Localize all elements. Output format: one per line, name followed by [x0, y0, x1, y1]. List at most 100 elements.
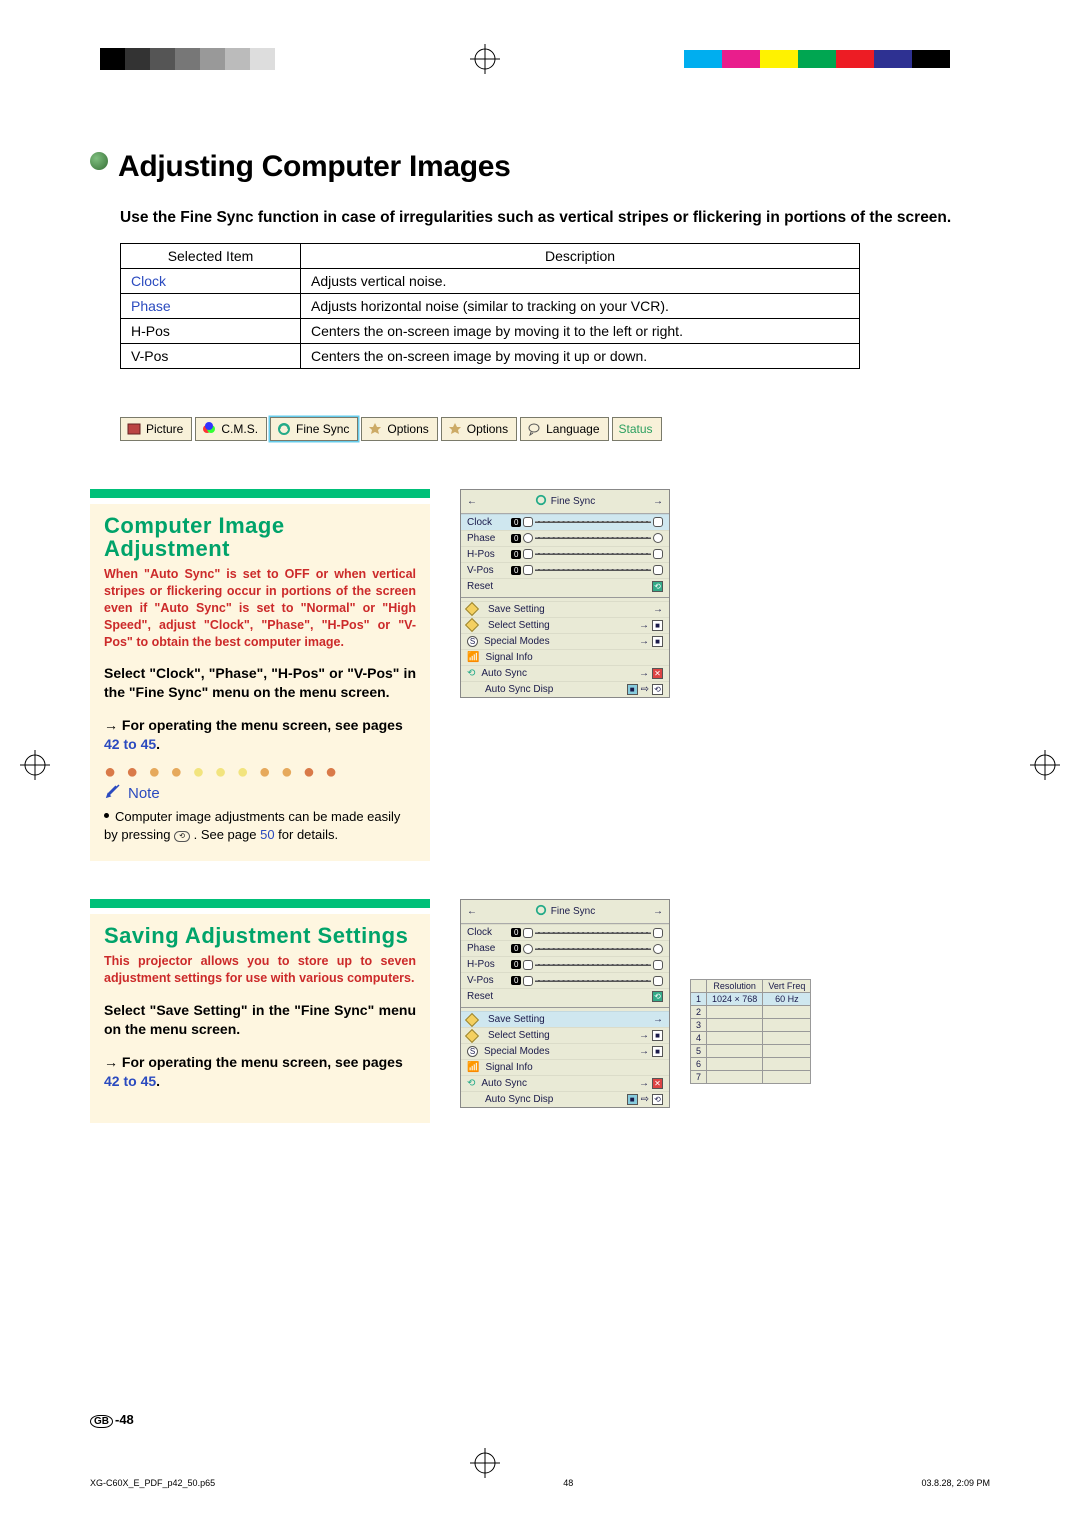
tab-language[interactable]: Language — [520, 417, 608, 441]
page-number: GB-48 — [90, 1412, 134, 1427]
source-filepage: 48 — [563, 1478, 573, 1488]
osd-forward-icon[interactable]: → — [653, 906, 663, 917]
osd-row-vpos[interactable]: V-Pos0 — [461, 562, 669, 578]
page-title: Adjusting Computer Images — [90, 150, 990, 184]
row-clock-desc: Adjusts vertical noise. — [301, 268, 860, 293]
page-link-42-45[interactable]: 42 to 45 — [104, 736, 156, 752]
signal-icon: 📶 — [467, 652, 479, 663]
section2-title: Saving Adjustment Settings — [104, 924, 416, 947]
register-crosshair-top — [470, 44, 500, 74]
osd-row-autosyncdisp[interactable]: Auto Sync Disp■ ⇨⟲ — [461, 1091, 669, 1107]
cms-icon — [202, 422, 216, 436]
osd-row-autosync[interactable]: ⟲Auto Sync→✕ — [461, 665, 669, 681]
th-desc: Description — [301, 243, 860, 268]
osd-title: Fine Sync — [551, 906, 595, 917]
osd-row-autosyncdisp[interactable]: Auto Sync Disp■ ⇨⟲ — [461, 681, 669, 697]
row-phase-item: Phase — [121, 293, 301, 318]
section1-title: Computer Image Adjustment — [104, 514, 416, 560]
bullet-icon — [104, 813, 109, 818]
settings-table: Selected Item Description ClockAdjusts v… — [120, 243, 860, 369]
tab-status[interactable]: Status — [612, 417, 662, 441]
note-icon — [104, 782, 122, 804]
page-link-42-45-b[interactable]: 42 to 45 — [104, 1073, 156, 1089]
tab-options-1[interactable]: Options — [361, 417, 437, 441]
section-saving-adjustment: Saving Adjustment Settings This projecto… — [90, 914, 430, 1122]
picture-icon — [127, 422, 141, 436]
osd-row-reset[interactable]: Reset⟲ — [461, 988, 669, 1004]
dotted-separator: ●●●●●●●●●●● — [104, 768, 416, 776]
row-clock-item: Clock — [121, 268, 301, 293]
osd-row-hpos[interactable]: H-Pos0 — [461, 956, 669, 972]
diamond-icon — [465, 602, 479, 616]
circle-icon: S — [467, 636, 478, 647]
osd-forward-icon[interactable]: → — [653, 496, 663, 507]
row-hpos-desc: Centers the on-screen image by moving it… — [301, 318, 860, 343]
print-metadata: XG-C60X_E_PDF_p42_50.p65 48 03.8.28, 2:0… — [90, 1478, 990, 1488]
page-title-text: Adjusting Computer Images — [118, 150, 511, 183]
osd-back-icon[interactable]: ← — [467, 496, 477, 507]
circle-icon: S — [467, 1046, 478, 1057]
tab-picture[interactable]: Picture — [120, 417, 192, 441]
osd-row-save[interactable]: Save Setting→ — [461, 1011, 669, 1027]
section2-red-text: This projector allows you to store up to… — [104, 953, 416, 987]
osd-row-signal[interactable]: 📶Signal Info — [461, 1059, 669, 1075]
th-item: Selected Item — [121, 243, 301, 268]
osd-row-signal[interactable]: 📶Signal Info — [461, 649, 669, 665]
diamond-icon — [465, 1013, 479, 1027]
resolution-table: ResolutionVert Freq 11024 × 76860 Hz 2 3… — [690, 979, 811, 1084]
tab-fine-sync[interactable]: Fine Sync — [270, 417, 358, 441]
finesync-icon — [535, 904, 547, 919]
row-vpos-item: V-Pos — [121, 343, 301, 368]
osd-back-icon[interactable]: ← — [467, 906, 477, 917]
intro-text: Use the Fine Sync function in case of ir… — [120, 208, 990, 229]
tab-cms[interactable]: C.M.S. — [195, 417, 267, 441]
sync-icon: ⟲ — [467, 668, 475, 679]
source-timestamp: 03.8.28, 2:09 PM — [921, 1478, 990, 1488]
osd-menu-1: ← Fine Sync → Clock0 Phase0 H-Pos0 V-Pos… — [460, 489, 670, 698]
finesync-icon — [277, 422, 291, 436]
finesync-icon — [535, 494, 547, 509]
osd-row-special[interactable]: SSpecial Modes→■ — [461, 1043, 669, 1059]
row-phase-desc: Adjusts horizontal noise (similar to tra… — [301, 293, 860, 318]
note-body: Computer image adjustments can be made e… — [104, 808, 416, 843]
page-footer: GB-48 — [90, 1412, 990, 1428]
page-link-50[interactable]: 50 — [260, 827, 274, 842]
section2-instruction: Select "Save Setting" in the "Fine Sync"… — [104, 1001, 416, 1039]
section-computer-image-adjustment: Computer Image Adjustment When "Auto Syn… — [90, 504, 430, 861]
sync-icon: ⟲ — [467, 1078, 475, 1089]
printer-registration-bars — [0, 48, 1080, 78]
osd-row-select[interactable]: Select Setting→■ — [461, 1027, 669, 1043]
osd-menu-2: ← Fine Sync → Clock0 Phase0 H-Pos0 V-Pos… — [460, 899, 670, 1108]
row-hpos-item: H-Pos — [121, 318, 301, 343]
osd-row-clock[interactable]: Clock0 — [461, 924, 669, 940]
osd-row-reset[interactable]: Reset⟲ — [461, 578, 669, 594]
diamond-icon — [465, 618, 479, 632]
section1-instruction: Select "Clock", "Phase", "H-Pos" or "V-P… — [104, 664, 416, 702]
source-filename: XG-C60X_E_PDF_p42_50.p65 — [90, 1478, 215, 1488]
diamond-icon — [465, 1029, 479, 1043]
osd-title: Fine Sync — [551, 496, 595, 507]
osd-row-clock[interactable]: Clock0 — [461, 514, 669, 530]
options-icon — [448, 422, 462, 436]
note-heading: Note — [104, 782, 416, 804]
auto-sync-button-icon: ⟲ — [174, 831, 190, 842]
section-divider — [90, 899, 430, 908]
section2-crossref: → For operating the menu screen, see pag… — [104, 1053, 416, 1091]
osd-row-save[interactable]: Save Setting→ — [461, 601, 669, 617]
osd-row-hpos[interactable]: H-Pos0 — [461, 546, 669, 562]
title-decor-icon — [90, 152, 108, 170]
tab-options-2[interactable]: Options — [441, 417, 517, 441]
osd-row-vpos[interactable]: V-Pos0 — [461, 972, 669, 988]
osd-row-select[interactable]: Select Setting→■ — [461, 617, 669, 633]
section-divider — [90, 489, 430, 498]
register-crosshair-left — [20, 750, 50, 780]
osd-row-phase[interactable]: Phase0 — [461, 530, 669, 546]
signal-icon: 📶 — [467, 1062, 479, 1073]
osd-row-phase[interactable]: Phase0 — [461, 940, 669, 956]
register-crosshair-bottom — [470, 1448, 500, 1478]
row-vpos-desc: Centers the on-screen image by moving it… — [301, 343, 860, 368]
options-icon — [368, 422, 382, 436]
osd-row-special[interactable]: SSpecial Modes→■ — [461, 633, 669, 649]
osd-row-autosync[interactable]: ⟲Auto Sync→✕ — [461, 1075, 669, 1091]
language-icon — [527, 422, 541, 436]
